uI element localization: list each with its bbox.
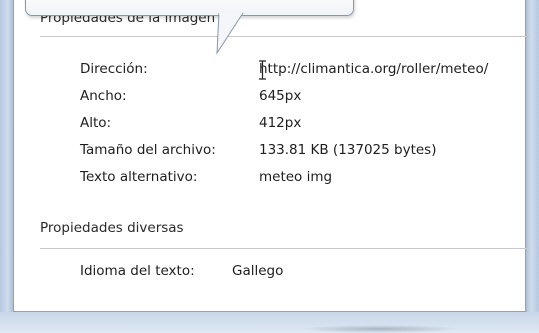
text-language-label: Idioma del texto: (80, 263, 195, 279)
tooltip-balloon (25, 0, 354, 16)
width-value: 645px (259, 88, 302, 104)
address-label: Dirección: (80, 61, 148, 77)
window-frame-left (0, 0, 13, 333)
text-cursor-icon (259, 60, 266, 80)
taskbar-shadow (300, 325, 460, 333)
window-frame-right (526, 0, 539, 333)
image-properties-dialog: Propiedades de la imagen Dirección: http… (13, 0, 529, 312)
tooltip-pointer (216, 12, 244, 55)
height-value: 412px (259, 115, 302, 131)
misc-properties-title: Propiedades diversas (40, 220, 184, 236)
address-value[interactable]: http://climantica.org/roller/meteo/ (259, 61, 488, 77)
alt-text-value: meteo img (259, 169, 333, 185)
section-divider (40, 248, 529, 249)
section-divider (40, 36, 529, 37)
file-size-value: 133.81 KB (137025 bytes) (259, 142, 437, 158)
height-label: Alto: (80, 115, 112, 131)
alt-text-label: Texto alternativo: (80, 169, 198, 185)
text-language-value: Gallego (232, 263, 284, 279)
width-label: Ancho: (80, 88, 127, 104)
file-size-label: Tamaño del archivo: (80, 142, 216, 158)
